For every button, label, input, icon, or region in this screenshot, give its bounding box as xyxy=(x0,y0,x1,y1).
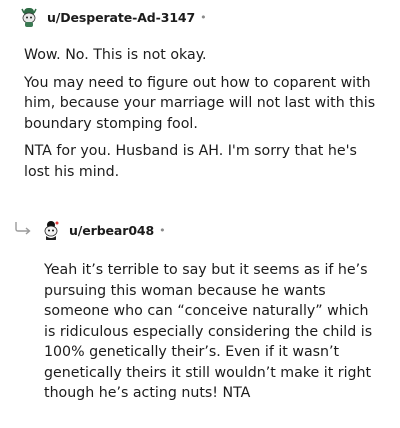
comment-paragraph: Wow. No. This is not okay. xyxy=(24,47,207,63)
reply-arrow-icon xyxy=(13,220,33,240)
comment-paragraph: Yeah it’s terrible to say but it seems a… xyxy=(44,262,373,401)
comment-paragraph: You may need to figure out how to copare… xyxy=(24,74,376,132)
user-avatar[interactable] xyxy=(40,219,62,241)
comment-header: u/erbear048 • xyxy=(40,219,166,241)
user-avatar[interactable] xyxy=(18,6,40,28)
separator-dot: • xyxy=(159,223,166,237)
comment-header: u/Desperate-Ad-3147 • xyxy=(18,6,207,28)
username[interactable]: u/erbear048 xyxy=(69,223,154,238)
comment-body: Yeah it’s terrible to say but it seems a… xyxy=(44,260,384,404)
username[interactable]: u/Desperate-Ad-3147 xyxy=(47,10,195,25)
snoo-avatar-icon xyxy=(18,6,40,28)
comment-body: Wow. No. This is not okay. You may need … xyxy=(24,45,384,189)
comment-paragraph: NTA for you. Husband is AH. I'm sorry th… xyxy=(24,143,357,180)
snoo-avatar-icon xyxy=(40,219,62,241)
separator-dot: • xyxy=(200,10,207,24)
